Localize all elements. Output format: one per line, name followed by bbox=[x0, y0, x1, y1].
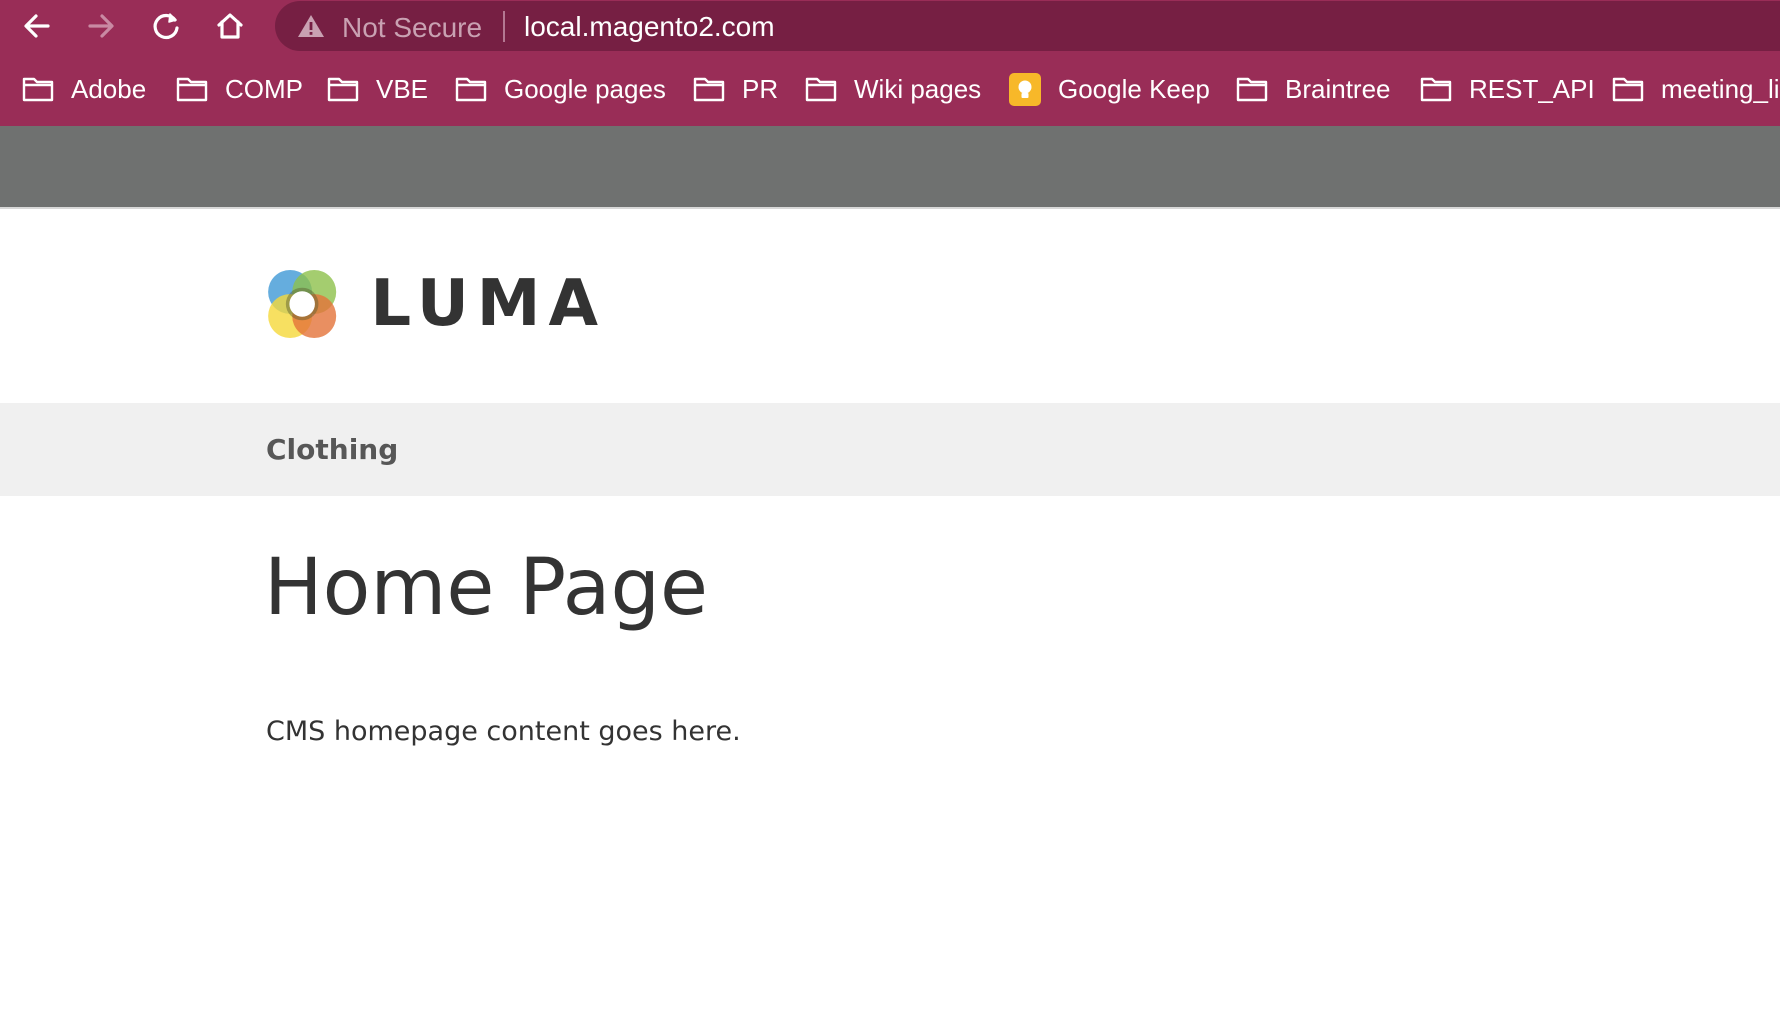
folder-icon bbox=[805, 77, 837, 102]
browser-toolbar: Not Secure local.magento2.com bbox=[0, 0, 1780, 52]
forward-button[interactable] bbox=[82, 8, 120, 44]
bookmark-meeting-li[interactable]: meeting_li bbox=[1612, 70, 1780, 108]
bookmarks-bar: Adobe COMP VBE Google pages PR Wiki page… bbox=[0, 52, 1780, 126]
bookmark-label: Braintree bbox=[1285, 73, 1391, 104]
header-panel bbox=[0, 126, 1780, 207]
bookmark-rest-api[interactable]: REST_API bbox=[1420, 70, 1595, 108]
security-status[interactable]: Not Secure bbox=[342, 12, 482, 44]
home-button[interactable] bbox=[211, 8, 249, 44]
folder-icon bbox=[1420, 77, 1452, 102]
page-title: Home Page bbox=[264, 543, 708, 633]
folder-icon bbox=[693, 77, 725, 102]
back-button[interactable] bbox=[18, 8, 56, 44]
address-bar[interactable]: Not Secure local.magento2.com bbox=[275, 1, 1780, 51]
bookmark-label: Google pages bbox=[504, 73, 666, 104]
bookmark-label: Google Keep bbox=[1058, 73, 1210, 104]
reload-icon bbox=[153, 13, 179, 40]
folder-icon bbox=[1236, 77, 1268, 102]
main-navigation: Clothing bbox=[0, 403, 1780, 496]
home-icon bbox=[217, 13, 243, 39]
logo-text: LUMA bbox=[370, 267, 606, 341]
google-keep-icon bbox=[1009, 72, 1041, 106]
bookmark-label: REST_API bbox=[1469, 73, 1595, 104]
bookmark-vbe[interactable]: VBE bbox=[327, 70, 428, 108]
bookmark-label: meeting_li bbox=[1661, 73, 1780, 104]
bookmark-label: Adobe bbox=[71, 73, 147, 104]
bookmark-label: Wiki pages bbox=[854, 73, 982, 104]
folder-icon bbox=[455, 77, 487, 102]
bookmark-braintree[interactable]: Braintree bbox=[1236, 70, 1391, 108]
bookmark-wiki-pages[interactable]: Wiki pages bbox=[805, 70, 981, 108]
folder-icon bbox=[22, 77, 54, 102]
store-logo[interactable]: LUMA bbox=[266, 252, 606, 356]
page-content: CMS homepage content goes here. bbox=[266, 716, 741, 747]
folder-icon bbox=[176, 77, 208, 102]
omnibox-divider bbox=[503, 11, 505, 42]
bookmark-label: COMP bbox=[225, 73, 303, 104]
nav-item-clothing[interactable]: Clothing bbox=[266, 433, 398, 466]
luma-logo-icon bbox=[268, 269, 337, 339]
url-text[interactable]: local.magento2.com bbox=[524, 11, 775, 43]
forward-arrow-icon bbox=[88, 14, 114, 38]
bookmark-label: PR bbox=[742, 73, 779, 104]
header-divider bbox=[0, 207, 1780, 209]
reload-button[interactable] bbox=[147, 8, 185, 44]
folder-icon bbox=[327, 77, 359, 102]
bookmark-label: VBE bbox=[376, 73, 429, 104]
warning-icon bbox=[298, 15, 324, 37]
bookmark-comp[interactable]: COMP bbox=[176, 70, 303, 108]
bookmark-google-pages[interactable]: Google pages bbox=[455, 70, 666, 108]
bookmark-pr[interactable]: PR bbox=[693, 70, 778, 108]
bookmark-google-keep[interactable]: Google Keep bbox=[1009, 70, 1210, 108]
bookmark-adobe[interactable]: Adobe bbox=[22, 70, 146, 108]
folder-icon bbox=[1612, 77, 1644, 102]
back-arrow-icon bbox=[24, 14, 50, 38]
